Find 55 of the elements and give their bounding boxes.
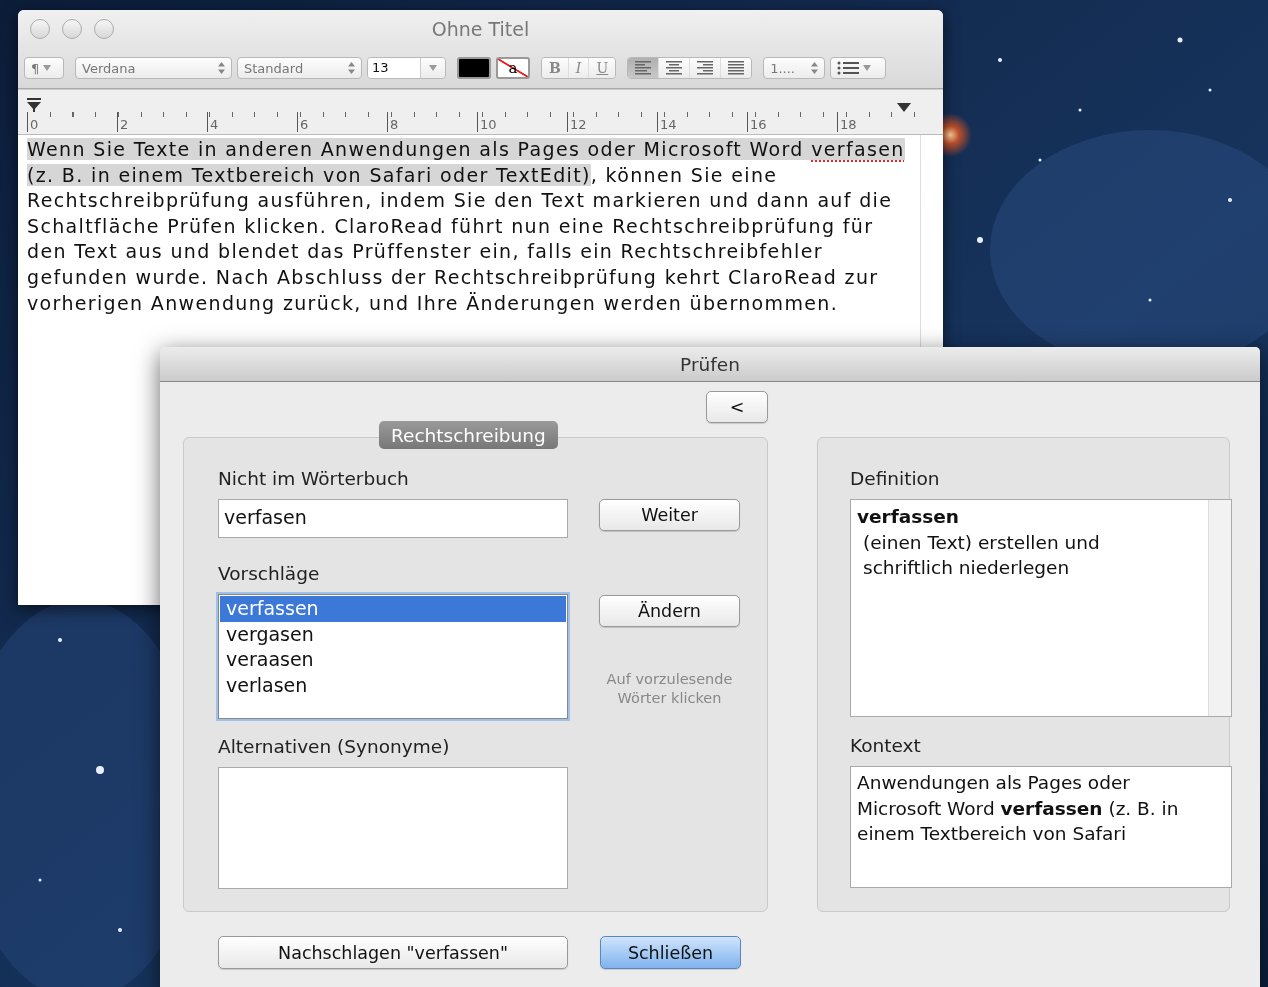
next-button[interactable]: Weiter [599, 499, 740, 531]
align-right-icon [697, 61, 714, 75]
misspelled-word-field[interactable]: verfasen [218, 499, 568, 538]
dialog-button[interactable]: Nachschlagen "verfassen" [218, 936, 568, 969]
caret-icon [43, 65, 52, 71]
paragraph-style-button[interactable]: ¶ [24, 57, 64, 79]
field-label: Alternativen (Synonyme) [218, 736, 451, 758]
align-justify-icon [728, 61, 745, 75]
change-button[interactable]: Ändern [599, 595, 740, 627]
suggestion-item[interactable]: veraasen [220, 647, 566, 673]
ruler-number: 8 [389, 118, 399, 132]
field-label: Definition [850, 468, 941, 490]
align-left-icon [635, 61, 652, 75]
back-button[interactable]: < [706, 391, 768, 423]
indent-marker-icon [27, 98, 41, 112]
stepper-icon [348, 62, 355, 74]
suggestion-item[interactable]: verlasen [220, 672, 566, 698]
field-label: Vorschläge [218, 563, 321, 585]
alignment-button[interactable] [628, 58, 660, 78]
suggestion-item[interactable]: verfassen [220, 596, 566, 622]
font-size-combobox[interactable]: 13 [367, 57, 446, 79]
stepper-icon [811, 62, 819, 74]
ruler-number: 18 [839, 118, 857, 132]
hint-text: Auf vorzulesende Wörter klicken [605, 670, 734, 708]
group-tab-label: Rechtschreibung [379, 421, 558, 449]
align-center-icon [666, 61, 683, 75]
text-color-swatch[interactable] [457, 57, 491, 79]
context-text: Anwendungen als Pages oder Microsoft Word verfassen (z. B. in einem Textbereich von Safari [850, 766, 1232, 888]
definition-term: verfassen [857, 505, 960, 529]
definition-text: (einen Text) erstellen und schriftlich niederlegen [862, 530, 1101, 580]
alignment-button[interactable] [721, 58, 752, 78]
caret-icon [863, 65, 872, 71]
ruler-number: 14 [659, 118, 677, 132]
ruler-number: 2 [119, 118, 129, 132]
ruler-number: 16 [749, 118, 767, 132]
ruler-number: 0 [29, 118, 39, 132]
alignment-button[interactable] [659, 58, 691, 78]
field-label: Nicht im Wörterbuch [218, 468, 410, 490]
ruler-number: 12 [569, 118, 587, 132]
suggestion-item[interactable]: vergasen [220, 621, 566, 647]
stepper-icon [218, 62, 225, 74]
dialog-button[interactable]: Schließen [600, 936, 741, 969]
list-icon [837, 61, 860, 75]
font-popup[interactable]: Verdana [75, 57, 232, 79]
field-label: Kontext [850, 735, 922, 757]
list-style-button[interactable] [830, 57, 887, 79]
ruler-number: 4 [209, 118, 219, 132]
dialog-title: Prüfen [160, 347, 1260, 382]
alignment-button[interactable] [690, 58, 722, 78]
ruler-number: 6 [299, 118, 309, 132]
caret-icon [429, 65, 437, 71]
line-spacing-popup[interactable]: 1.... [763, 57, 826, 79]
ruler-number: 10 [479, 118, 497, 132]
typeface-popup[interactable]: Standard [237, 57, 362, 79]
window-title: Ohne Titel [431, 18, 530, 40]
